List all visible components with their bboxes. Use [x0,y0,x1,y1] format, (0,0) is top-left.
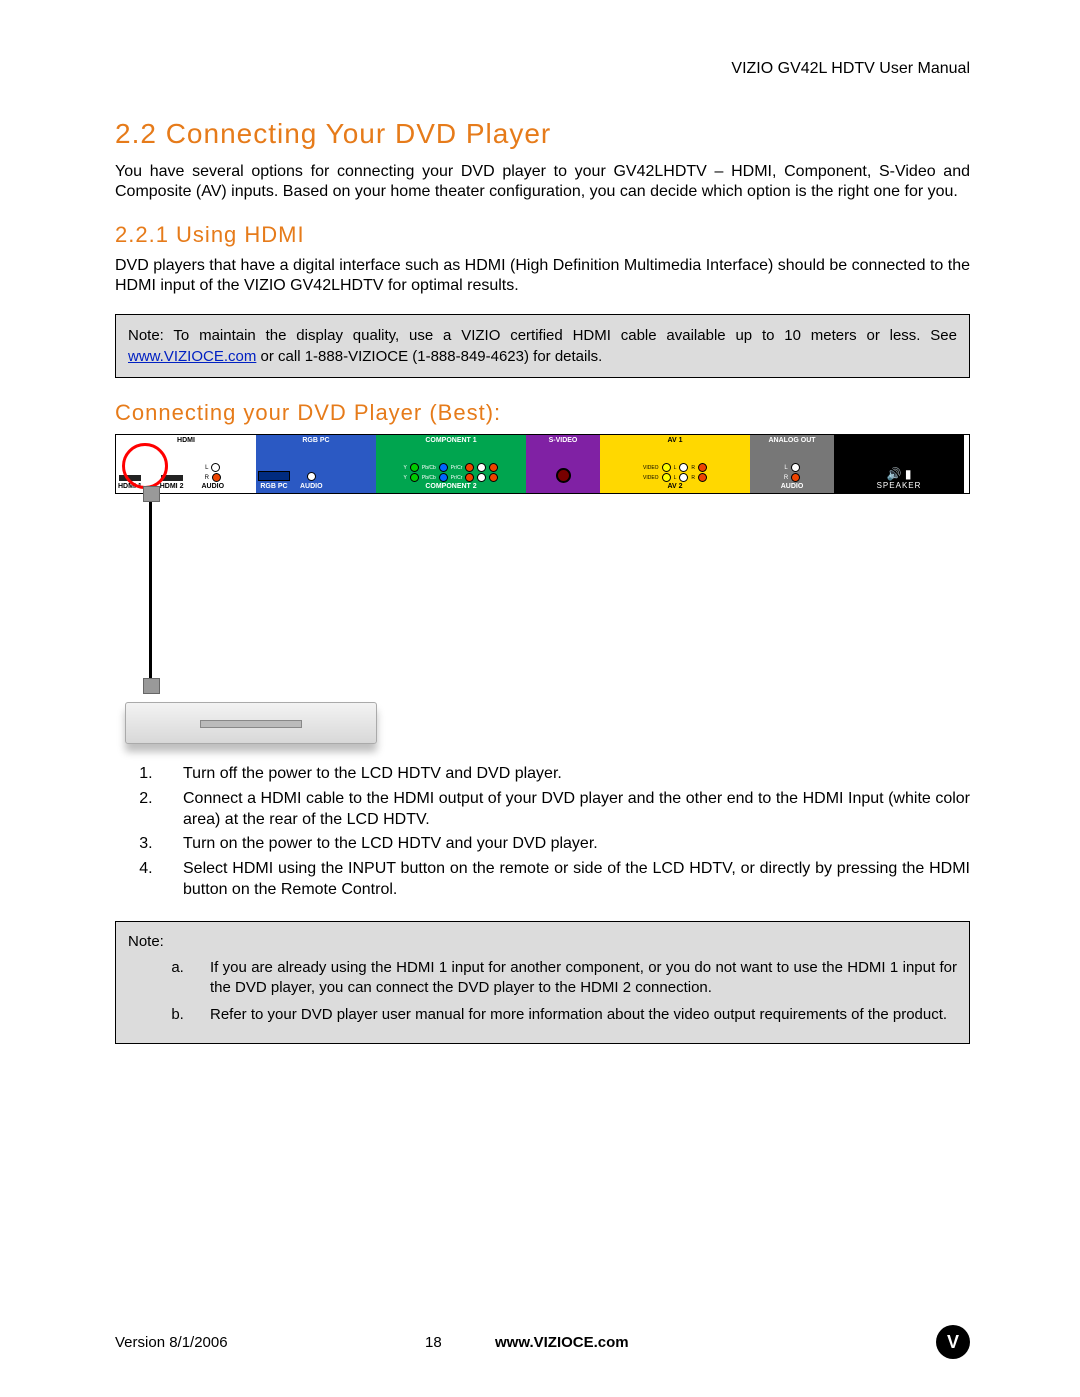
hdmi2-label: HDMI 2 [160,483,184,490]
jack-icon [211,463,220,472]
panel-av-section: AV 1 VIDEO L R VIDEO L R AV 2 [600,435,750,493]
component-bot-label: COMPONENT 2 [378,483,524,490]
hdmi1-label: HDMI 1 [118,483,142,490]
hdmi-cable-icon [149,500,152,680]
jack-icon [439,473,448,482]
hdmi-l-label: L [205,465,208,471]
svideo-port-icon [556,468,571,483]
dvd-player-icon [125,702,377,744]
jack-icon [465,463,474,472]
jack-icon [698,473,707,482]
jack-icon [489,463,498,472]
jack-icon [662,473,671,482]
panel-analog-out-section: ANALOG OUT L R AUDIO [750,435,834,493]
av-bot-label: AV 2 [602,483,748,490]
rear-connector-panel: HDMI HDMI 1 HDMI 2 L R AUDIO RGB PC [115,434,970,494]
section-title-best: Connecting your DVD Player (Best): [115,400,970,426]
pb-label: Pb/Cb [422,475,436,481]
pb-label: Pb/Cb [422,465,436,471]
y-label: Y [404,475,407,481]
jack-icon [698,463,707,472]
jack-icon [679,463,688,472]
step-2: Connect a HDMI cable to the HDMI output … [157,789,970,831]
steps-list: Turn off the power to the LCD HDTV and D… [115,764,970,901]
video-label: VIDEO [643,475,659,481]
jack-icon [465,473,474,482]
jack-icon [212,473,221,482]
jack-icon [410,463,419,472]
vizio-logo-icon: V [936,1325,970,1359]
hdmi2-port-icon [161,475,183,481]
r-label: R [784,475,788,481]
page: VIZIO GV42L HDTV User Manual 2.2 Connect… [0,0,1080,1397]
jack-icon [307,472,316,481]
video-label: VIDEO [643,465,659,471]
note-box-1: Note: To maintain the display quality, u… [115,314,970,378]
r-label: R [691,475,695,481]
jack-icon [410,473,419,482]
hdmi1-port-icon [119,475,141,481]
l-label: L [674,475,677,481]
y-label: Y [404,465,407,471]
panel-component-section: COMPONENT 1 Y Pb/Cb Pr/Cr Y Pb/Cb Pr/Cr … [376,435,526,493]
step-1: Turn off the power to the LCD HDTV and D… [157,764,970,785]
hdmi-r-label: R [205,475,209,481]
jack-icon [679,473,688,482]
hdmi-cable-illustration [125,500,385,744]
doc-header: VIZIO GV42L HDTV User Manual [115,60,970,78]
panel-speaker-section: 🔊 ▮ SPEAKER [834,435,964,493]
rgb-bot-label: RGB PC [258,483,290,490]
jack-icon [489,473,498,482]
step-3: Turn on the power to the LCD HDTV and yo… [157,834,970,855]
jack-icon [791,473,800,482]
rgb-port-icon [258,471,290,481]
l-label: L [784,465,787,471]
jack-icon [477,463,486,472]
analog-audio-label: AUDIO [752,483,832,490]
rgb-top-label: RGB PC [256,437,376,444]
pr-label: Pr/Cr [451,465,463,471]
hdmi-paragraph: DVD players that have a digital interfac… [115,256,970,296]
component-top-label: COMPONENT 1 [376,437,526,444]
note1-post: or call 1-888-VIZIOCE (1-888-849-4623) f… [256,348,602,365]
jack-icon [477,473,486,482]
hdmi-top-label: HDMI [116,437,256,444]
note-box-2: Note: If you are already using the HDMI … [115,921,970,1044]
panel-svideo-section: S-VIDEO [526,435,600,493]
speaker-icon: 🔊 ▮ [877,467,922,481]
av-top-label: AV 1 [600,437,750,444]
note2-title: Note: [128,932,957,952]
footer-version: Version 8/1/2006 [115,1334,415,1351]
jack-icon [791,463,800,472]
panel-rgb-section: RGB PC RGB PC AUDIO [256,435,376,493]
section-title-2-2-1: 2.2.1 Using HDMI [115,222,970,248]
vizioce-link[interactable]: www.VIZIOCE.com [128,348,256,365]
panel-hdmi-section: HDMI HDMI 1 HDMI 2 L R AUDIO [116,435,256,493]
jack-icon [662,463,671,472]
step-4: Select HDMI using the INPUT button on th… [157,859,970,901]
note2-item-a: If you are already using the HDMI 1 inpu… [188,958,957,999]
footer-page-number: 18 [425,1334,485,1351]
rgb-audio-label: AUDIO [300,483,323,490]
note2-item-b: Refer to your DVD player user manual for… [188,1005,957,1025]
intro-paragraph: You have several options for connecting … [115,162,970,202]
analog-out-top-label: ANALOG OUT [750,437,834,444]
section-title-2-2: 2.2 Connecting Your DVD Player [115,118,970,150]
svideo-top-label: S-VIDEO [526,437,600,444]
r-label: R [691,465,695,471]
l-label: L [674,465,677,471]
footer-site: www.VIZIOCE.com [495,1334,629,1351]
page-footer: Version 8/1/2006 18 www.VIZIOCE.com V [115,1325,970,1359]
pr-label: Pr/Cr [451,475,463,481]
note1-pre: Note: To maintain the display quality, u… [128,327,957,344]
hdmi-audio-label: AUDIO [201,483,224,490]
speaker-label: SPEAKER [877,481,922,490]
jack-icon [439,463,448,472]
